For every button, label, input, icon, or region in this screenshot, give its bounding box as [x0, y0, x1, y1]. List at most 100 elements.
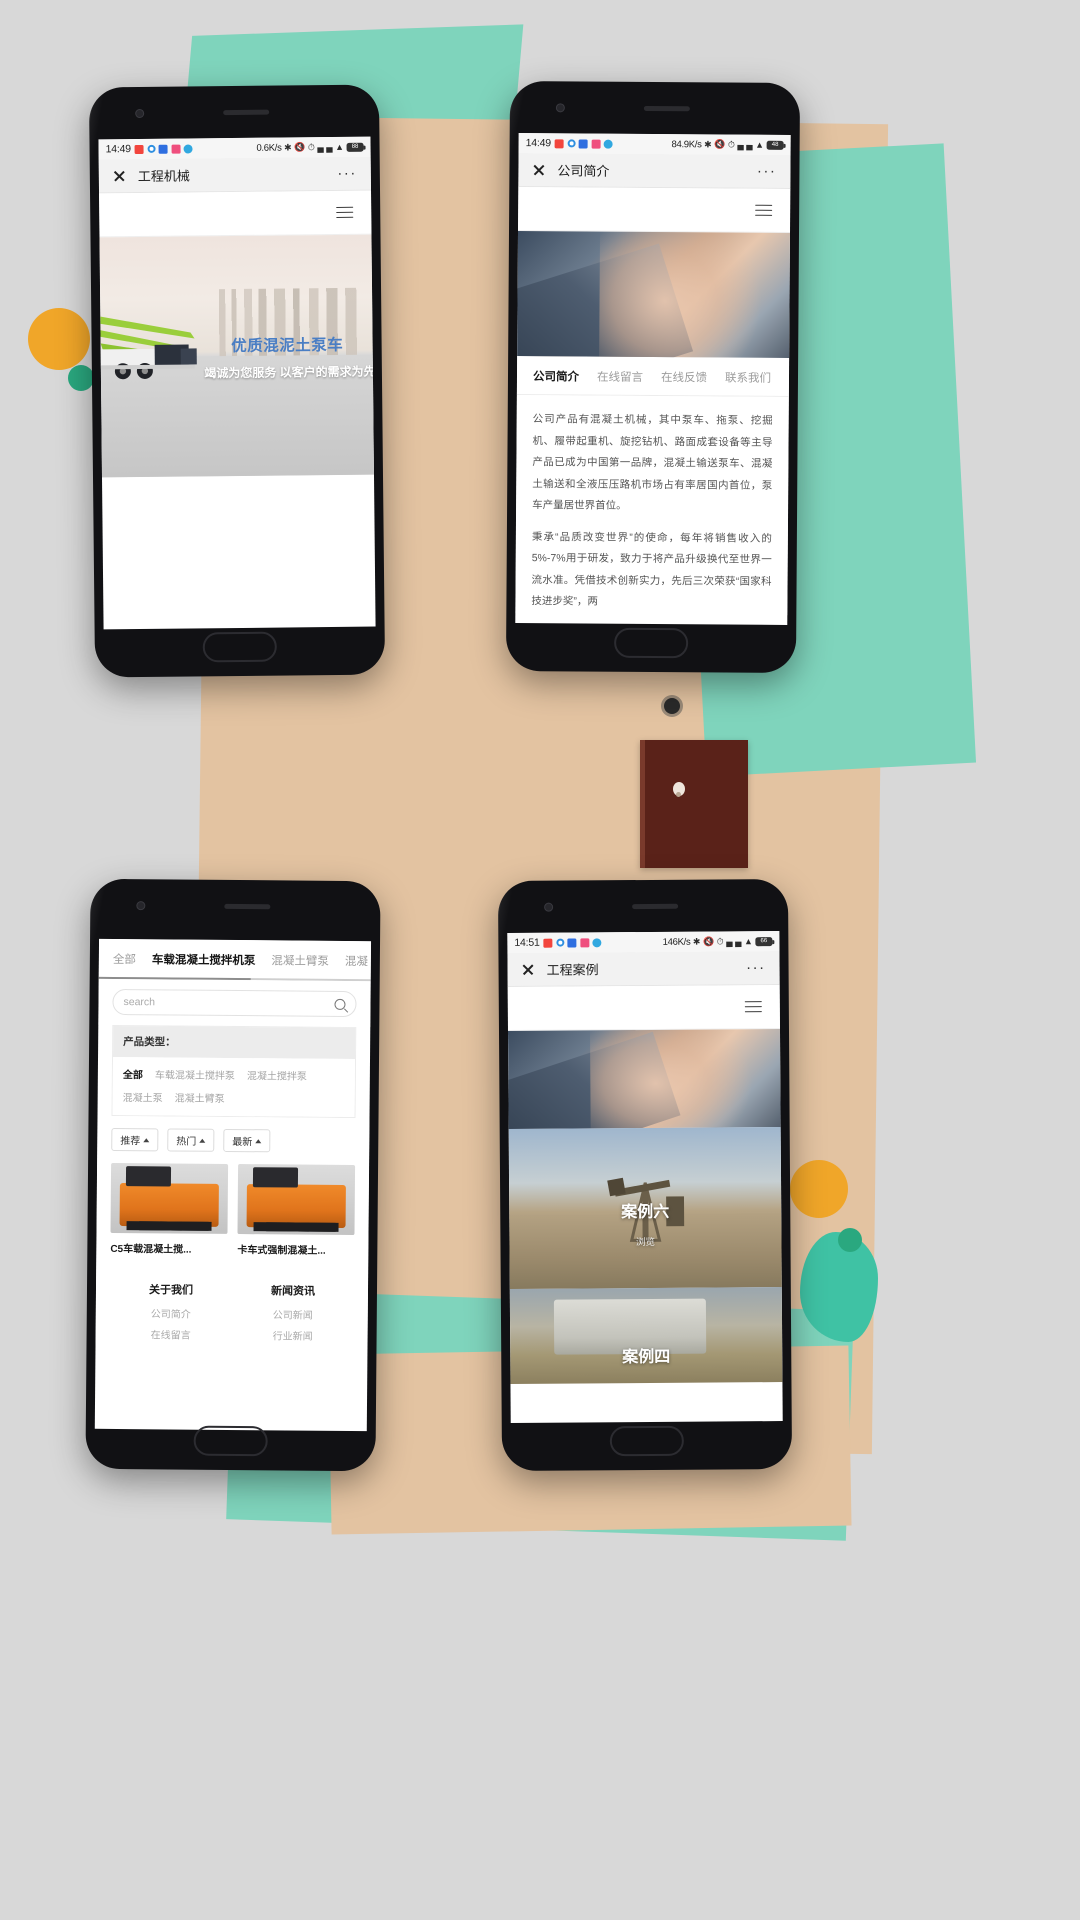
- knob-icon: [673, 782, 685, 797]
- app-title-bar: 工程机械 ···: [98, 156, 372, 194]
- section-tabs: 公司简介 在线留言 在线反馈 联系我们: [516, 356, 790, 397]
- tab-online-feedback[interactable]: 在线反馈: [661, 369, 707, 385]
- category-tabs: 全部 车载混凝土搅拌机泵 混凝土臂泵 混凝: [98, 938, 372, 980]
- phone-mockup-4: 14:51 146K/s ✱ 🔇 ⏱ ▄ ▄ ▲ 66 工程案例 ··· 案例六…: [497, 878, 793, 1472]
- home-button[interactable]: [202, 631, 277, 663]
- orange-circle-right: [790, 1160, 848, 1218]
- search-icon[interactable]: [334, 998, 346, 1010]
- sort-chip-hot[interactable]: 热门: [167, 1128, 215, 1152]
- app-blue-icon: [567, 937, 577, 948]
- page-title: 公司简介: [557, 163, 610, 179]
- sort-chip-newest[interactable]: 最新: [223, 1128, 271, 1153]
- front-camera-icon: [136, 901, 146, 911]
- bluetooth-icon: ✱: [704, 138, 712, 149]
- bluetooth-icon: ✱: [692, 936, 701, 947]
- sort-chip-recommended[interactable]: 推荐: [111, 1127, 159, 1152]
- footer-col-about: 关于我们 公司简介 在线留言: [109, 1281, 232, 1348]
- product-card[interactable]: C5车载混凝土搅...: [110, 1162, 229, 1256]
- hero-image-handshake: [507, 1029, 781, 1129]
- hamburger-menu-icon[interactable]: [755, 201, 773, 219]
- network-speed: 146K/s: [662, 936, 691, 948]
- phone-mockup-1: 14:49 0.6K/s ✱ 🔇 ⏱ ▄ ▄ ▲ 88 工程机械 ··· 优质混…: [88, 84, 386, 678]
- shirt-graphic: [507, 1032, 681, 1129]
- product-card[interactable]: 卡车式强制混凝土...: [237, 1164, 356, 1257]
- product-name: 卡车式强制混凝土...: [237, 1245, 326, 1257]
- footer-link[interactable]: 公司新闻: [232, 1306, 354, 1322]
- product-grid: C5车载混凝土搅... 卡车式强制混凝土...: [96, 1162, 370, 1270]
- close-icon[interactable]: [532, 163, 545, 176]
- app-blue-icon: [578, 138, 588, 149]
- browser-icon: [603, 139, 613, 149]
- status-bar: 14:49 0.6K/s ✱ 🔇 ⏱ ▄ ▄ ▲ 88: [98, 136, 371, 160]
- status-left-icons: [554, 138, 613, 149]
- footer-link[interactable]: 行业新闻: [232, 1327, 354, 1343]
- filter-row-2: 混凝土泵 混凝土臂泵: [123, 1089, 345, 1106]
- earpiece-speaker: [223, 109, 270, 116]
- green-circle-right: [838, 1228, 862, 1252]
- more-options-icon[interactable]: ···: [337, 164, 357, 181]
- wifi-icon: ▲: [755, 139, 765, 150]
- cat-tab-mixer-pump[interactable]: 车载混凝土搅拌机泵: [152, 951, 256, 968]
- app-pink-icon: [580, 937, 590, 947]
- case-card-2[interactable]: 案例四: [509, 1287, 783, 1384]
- case-card-1[interactable]: 案例六 浏览: [508, 1127, 782, 1289]
- mute-icon: 🔇: [294, 141, 306, 152]
- cat-tab-all[interactable]: 全部: [113, 951, 136, 967]
- hamburger-menu-icon[interactable]: [336, 203, 354, 221]
- home-button[interactable]: [193, 1425, 268, 1457]
- battery-icon: 66: [755, 936, 773, 946]
- case-action[interactable]: 浏览: [636, 1234, 655, 1248]
- filter-option-all[interactable]: 全部: [123, 1066, 143, 1081]
- chip-label: 推荐: [120, 1136, 141, 1148]
- product-thumbnail: [237, 1164, 356, 1236]
- cat-tab-more[interactable]: 混凝: [345, 953, 368, 969]
- browser-icon: [183, 143, 193, 154]
- search-row: search: [98, 978, 371, 1028]
- chip-label: 热门: [176, 1136, 197, 1148]
- chip-label: 最新: [232, 1136, 253, 1149]
- home-button[interactable]: [609, 1425, 684, 1457]
- more-options-icon[interactable]: ···: [757, 162, 777, 179]
- filter-option-concrete-pump[interactable]: 混凝土泵: [123, 1089, 163, 1104]
- sync-icon: [556, 938, 565, 947]
- tab-online-message[interactable]: 在线留言: [597, 369, 643, 385]
- filter-option-boom-pump[interactable]: 混凝土臂泵: [175, 1089, 225, 1104]
- earpiece-speaker: [643, 105, 690, 112]
- close-icon[interactable]: [113, 169, 126, 182]
- sync-icon: [567, 139, 576, 148]
- caret-up-icon: [255, 1138, 262, 1143]
- status-left-icons: [543, 937, 602, 948]
- caret-up-icon: [143, 1137, 150, 1142]
- message-icon: [134, 144, 144, 154]
- app-blue-icon: [158, 144, 168, 154]
- message-icon: [554, 138, 564, 148]
- menu-bar: [518, 187, 791, 233]
- alarm-icon: ⏱: [716, 935, 724, 946]
- hamburger-menu-icon[interactable]: [744, 998, 762, 1016]
- cat-tab-boom-pump[interactable]: 混凝土臂泵: [271, 952, 329, 969]
- tab-company-profile[interactable]: 公司简介: [533, 368, 579, 384]
- more-options-icon[interactable]: ···: [746, 959, 766, 976]
- signal-icon: ▄: [317, 141, 324, 152]
- tab-contact-us[interactable]: 联系我们: [725, 370, 771, 386]
- footer-link[interactable]: 在线留言: [110, 1326, 232, 1342]
- sort-chips-row: 推荐 热门 最新: [97, 1115, 370, 1166]
- front-camera-icon: [544, 902, 554, 912]
- footer-link[interactable]: 公司简介: [110, 1305, 232, 1321]
- hero-banner[interactable]: 优质混泥土泵车 竭诚为您服务 以客户的需求为先: [99, 234, 374, 478]
- front-camera-icon: [135, 108, 145, 119]
- home-button[interactable]: [614, 627, 689, 659]
- footer-links: 关于我们 公司简介 在线留言 新闻资讯 公司新闻 行业新闻: [95, 1266, 369, 1350]
- phone-mockup-3: 全部 车载混凝土搅拌机泵 混凝土臂泵 混凝 search 产品类型： 全部 车载…: [85, 878, 381, 1472]
- brown-card-prop: [640, 740, 748, 868]
- close-icon[interactable]: [522, 963, 535, 976]
- footer-heading: 新闻资讯: [270, 1285, 316, 1298]
- app-pink-icon: [171, 144, 181, 154]
- filter-option-mixer-pump[interactable]: 混凝土搅拌泵: [247, 1067, 307, 1083]
- battery-icon: 88: [346, 142, 364, 152]
- filter-option-truck-mix[interactable]: 车载混凝土搅拌泵: [155, 1066, 235, 1082]
- status-clock: 14:51: [514, 936, 540, 949]
- search-input[interactable]: search: [112, 988, 357, 1018]
- mute-icon: 🔇: [714, 138, 726, 149]
- banner-subtitle: 竭诚为您服务 以客户的需求为先: [204, 364, 374, 381]
